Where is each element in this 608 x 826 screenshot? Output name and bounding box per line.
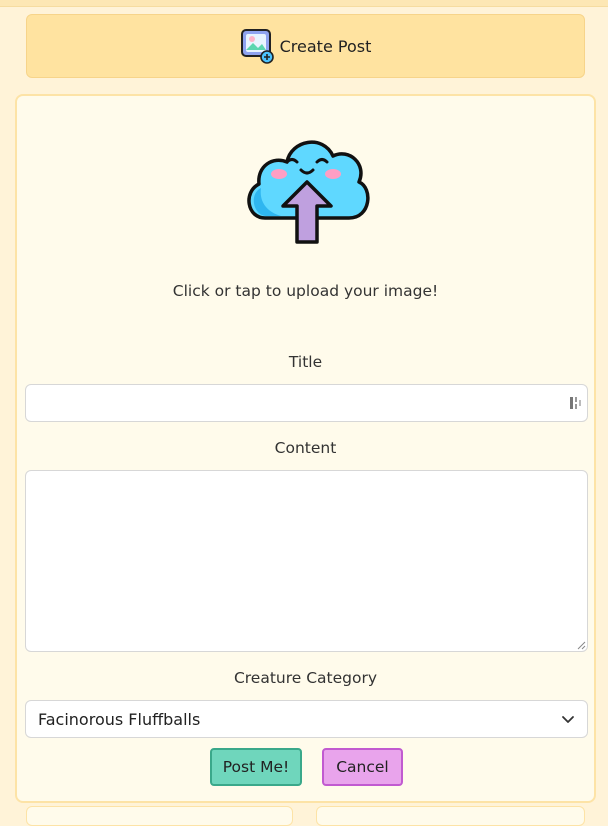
chevron-down-icon (562, 716, 574, 723)
next-card-right (316, 806, 585, 826)
resize-handle-icon[interactable] (576, 640, 586, 650)
category-select[interactable]: Facinorous Fluffballs (25, 700, 588, 738)
create-post-card: Click or tap to upload your image! Title… (15, 94, 596, 803)
content-textarea[interactable] (25, 470, 588, 652)
next-card-left (26, 806, 293, 826)
create-post-button[interactable]: Create Post (26, 14, 585, 78)
top-strip (0, 0, 608, 7)
category-selected-value: Facinorous Fluffballs (38, 709, 201, 729)
cancel-button[interactable]: Cancel (322, 748, 403, 786)
post-button[interactable]: Post Me! (210, 748, 302, 786)
upload-hint: Click or tap to upload your image! (172, 282, 439, 300)
create-post-label: Create Post (279, 36, 372, 56)
title-input[interactable] (25, 384, 588, 422)
cloud-upload-icon (247, 140, 370, 244)
password-manager-icon[interactable] (570, 396, 582, 410)
category-label: Creature Category (233, 669, 378, 687)
image-add-icon (240, 29, 274, 64)
content-label: Content (274, 439, 337, 457)
image-upload-area[interactable]: Click or tap to upload your image! (17, 96, 594, 316)
title-label: Title (288, 353, 323, 371)
